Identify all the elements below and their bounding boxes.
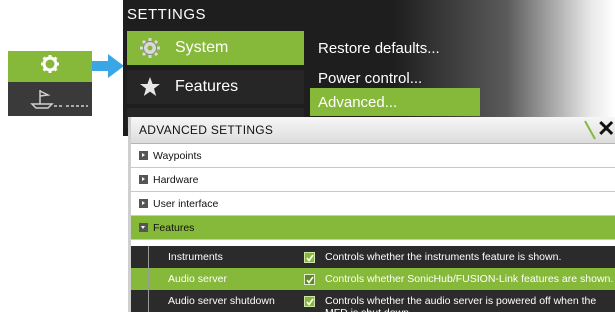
tree-connector bbox=[148, 246, 149, 268]
expand-icon[interactable] bbox=[139, 175, 148, 184]
checkmark-icon bbox=[306, 276, 314, 284]
setting-description: Controls whether the instruments feature… bbox=[325, 251, 562, 263]
callout-thumbnail bbox=[8, 51, 92, 116]
setting-name: Instruments bbox=[168, 251, 223, 263]
setting-row-audio-server[interactable]: Audio server Controls whether SonicHub/F… bbox=[131, 268, 615, 290]
close-icon[interactable]: ✕ bbox=[597, 118, 615, 140]
tree-item-waypoints[interactable]: Waypoints bbox=[131, 144, 615, 168]
setting-row-instruments[interactable]: Instruments Controls whether the instrum… bbox=[131, 246, 615, 268]
expand-icon[interactable] bbox=[139, 151, 148, 160]
collapse-icon[interactable] bbox=[139, 223, 148, 232]
setting-description: Controls whether SonicHub/FUSION-Link fe… bbox=[325, 273, 614, 285]
tree-item-label: Hardware bbox=[153, 173, 199, 186]
tree-connector bbox=[148, 268, 149, 290]
submenu-advanced[interactable]: Advanced... bbox=[310, 88, 480, 116]
slash-accent-icon bbox=[583, 119, 597, 146]
tree-item-label: User interface bbox=[153, 197, 219, 210]
callout-settings-tile bbox=[8, 51, 92, 82]
tree-item-user-interface[interactable]: User interface bbox=[131, 192, 615, 216]
tree-connector bbox=[148, 290, 149, 312]
tree-item-label: Features bbox=[153, 221, 195, 234]
checkbox[interactable] bbox=[304, 252, 315, 263]
tree-item-features[interactable]: Features bbox=[131, 216, 615, 240]
setting-row-audio-server-shutdown[interactable]: Audio server shutdown Controls whether t… bbox=[131, 290, 615, 319]
submenu-restore-defaults[interactable]: Restore defaults... bbox=[310, 32, 560, 64]
arrow-icon bbox=[92, 54, 124, 83]
menu-item-label: System bbox=[175, 39, 229, 56]
tree-item-hardware[interactable]: Hardware bbox=[131, 168, 615, 192]
tree-item-label: Waypoints bbox=[153, 149, 202, 162]
gear-icon bbox=[40, 54, 60, 79]
gear-icon bbox=[135, 37, 165, 59]
checkmark-icon bbox=[306, 254, 314, 262]
advanced-settings-dialog: ADVANCED SETTINGS ✕ Waypoints Hardware U… bbox=[128, 117, 615, 319]
dialog-title: ADVANCED SETTINGS bbox=[139, 123, 274, 137]
callout-chart-tile bbox=[8, 82, 92, 116]
checkbox[interactable] bbox=[304, 296, 315, 307]
star-icon bbox=[135, 76, 165, 98]
setting-name: Audio server bbox=[168, 273, 227, 285]
checkbox[interactable] bbox=[304, 274, 315, 285]
menu-item-label: Features bbox=[175, 78, 239, 95]
dialog-header: ADVANCED SETTINGS ✕ bbox=[131, 117, 615, 144]
expand-icon[interactable] bbox=[139, 199, 148, 208]
checkmark-icon bbox=[306, 298, 314, 306]
menu-item-features[interactable]: Features bbox=[127, 70, 304, 104]
boat-icon bbox=[28, 88, 88, 117]
setting-name: Audio server shutdown bbox=[168, 295, 275, 307]
setting-description: Controls whether the audio server is pow… bbox=[325, 295, 597, 319]
menu-item-system[interactable]: System bbox=[127, 31, 304, 65]
settings-title: SETTINGS bbox=[127, 6, 207, 23]
